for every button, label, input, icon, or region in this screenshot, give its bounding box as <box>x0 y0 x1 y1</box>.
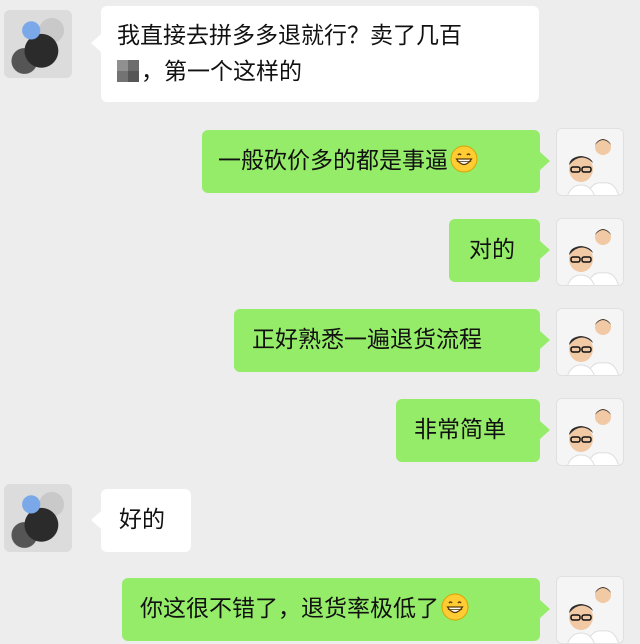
contact-avatar[interactable] <box>4 10 72 78</box>
bubble-tail <box>91 511 101 529</box>
grinning-face-emoji-icon <box>441 593 469 621</box>
profile-photo-icon <box>557 577 623 643</box>
contact-avatar[interactable] <box>4 484 72 552</box>
mosaic-redaction <box>117 60 139 82</box>
bubble-tail <box>540 241 550 259</box>
my-avatar[interactable] <box>556 308 624 376</box>
message-text-line: ，第一个这样的 <box>117 54 523 90</box>
message-bubble[interactable]: 对的 <box>449 219 540 282</box>
message-text: 一般砍价多的都是事逼 <box>218 148 448 174</box>
bubble-tail <box>540 331 550 349</box>
message-text: 正好熟悉一遍退货流程 <box>252 327 482 353</box>
message-bubble[interactable]: 正好熟悉一遍退货流程 <box>234 309 540 372</box>
message-text-line: 我直接去拼多多退就行？卖了几百 <box>117 23 462 49</box>
profile-photo-icon <box>557 399 623 465</box>
message-bubble[interactable]: 好的 <box>101 489 191 552</box>
my-avatar[interactable] <box>556 576 624 644</box>
message-text: 对的 <box>469 237 515 263</box>
message-bubble[interactable]: 你这很不错了，退货率极低了 <box>122 578 540 641</box>
bubble-tail <box>540 421 550 439</box>
bubble-tail <box>540 600 550 618</box>
bubble-tail <box>540 152 550 170</box>
bubble-tail <box>91 34 101 52</box>
my-avatar[interactable] <box>556 128 624 196</box>
profile-photo-icon <box>557 309 623 375</box>
my-avatar[interactable] <box>556 218 624 286</box>
chat-conversation: 我直接去拼多多退就行？卖了几百 ，第一个这样的 一般砍价多的都是事逼 对的 正好… <box>0 0 640 644</box>
profile-photo-icon <box>557 129 623 195</box>
message-text: 好的 <box>119 507 165 533</box>
my-avatar[interactable] <box>556 398 624 466</box>
grinning-face-emoji-icon <box>450 145 478 173</box>
message-text: 非常简单 <box>414 417 506 443</box>
message-bubble[interactable]: 非常简单 <box>396 399 540 462</box>
message-text: 你这很不错了，退货率极低了 <box>140 596 439 622</box>
message-bubble[interactable]: 一般砍价多的都是事逼 <box>202 130 540 193</box>
profile-photo-icon <box>557 219 623 285</box>
message-bubble[interactable]: 我直接去拼多多退就行？卖了几百 ，第一个这样的 <box>101 6 539 102</box>
